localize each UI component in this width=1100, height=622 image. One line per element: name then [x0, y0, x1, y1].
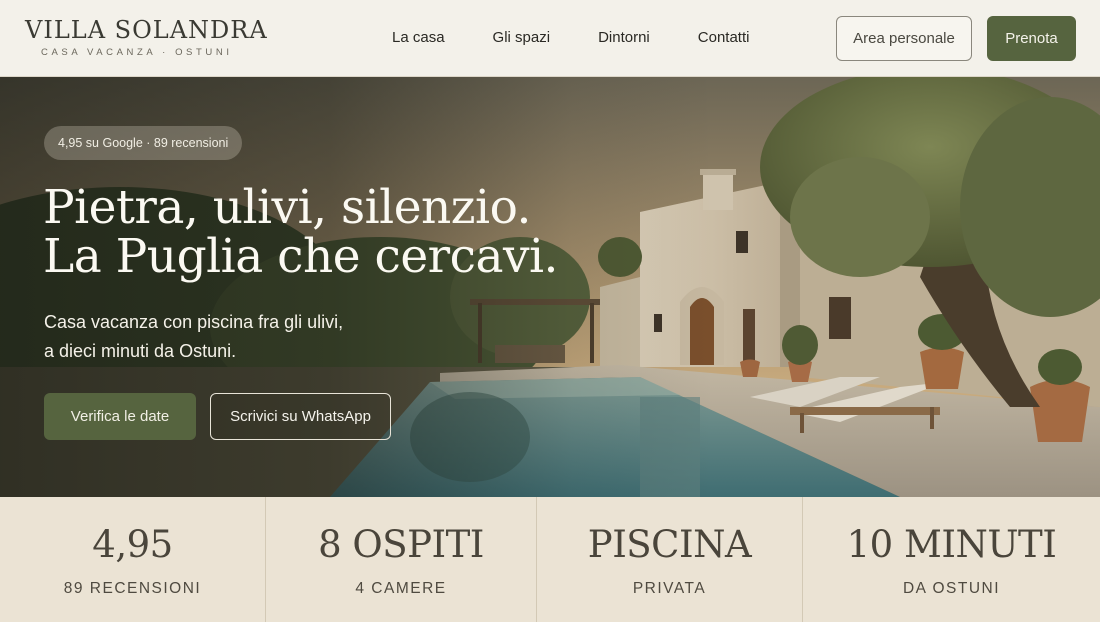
check-dates-button[interactable]: Verifica le date: [44, 393, 196, 440]
book-button[interactable]: Prenota: [987, 16, 1076, 61]
stat-label: 89 RECENSIONI: [63, 580, 202, 597]
stat-pool: PISCINA PRIVATA: [536, 497, 802, 622]
stat-guests: 8 OSPITI 4 CAMERE: [265, 497, 536, 622]
nav-item-contatti[interactable]: Contatti: [698, 29, 750, 46]
stat-label: DA OSTUNI: [902, 580, 1001, 597]
site-header: VILLA SOLANDRA CASA VACANZA · OSTUNI La …: [0, 0, 1100, 77]
stat-value: 10 MINUTI: [846, 523, 1057, 566]
stat-distance: 10 MINUTI DA OSTUNI: [802, 497, 1100, 622]
logo-name: VILLA SOLANDRA: [25, 16, 268, 44]
hero-section: 4,95 su Google · 89 recensioni Pietra, u…: [0, 77, 1100, 497]
hero-headline-line: Pietra, ulivi, silenzio.: [43, 180, 532, 235]
hero-subtitle-line: Casa vacanza con piscina fra gli ulivi,: [44, 312, 344, 332]
stat-value: PISCINA: [587, 523, 752, 566]
nav-item-gli-spazi[interactable]: Gli spazi: [493, 29, 551, 46]
rating-badge: 4,95 su Google · 89 recensioni: [44, 126, 243, 160]
nav-item-la-casa[interactable]: La casa: [392, 29, 445, 46]
personal-area-button[interactable]: Area personale: [836, 16, 972, 61]
stat-value: 4,95: [92, 523, 173, 566]
hero-subtitle-line: a dieci minuti da Ostuni.: [44, 341, 237, 361]
logo-tagline: CASA VACANZA · OSTUNI: [41, 47, 233, 58]
hero-headline: Pietra, ulivi, silenzio. La Puglia che c…: [43, 183, 583, 281]
nav-item-dintorni[interactable]: Dintorni: [598, 29, 650, 46]
stat-rating: 4,95 89 RECENSIONI: [0, 497, 265, 622]
hero-subtitle: Casa vacanza con piscina fra gli ulivi, …: [44, 308, 464, 366]
stat-label: PRIVATA: [632, 580, 707, 597]
logo[interactable]: VILLA SOLANDRA CASA VACANZA · OSTUNI: [25, 16, 268, 58]
main-nav: La casa Gli spazi Dintorni Contatti: [392, 29, 749, 46]
hero-headline-line: La Puglia che cercavi.: [43, 229, 559, 284]
stat-value: 8 OSPITI: [318, 523, 484, 566]
whatsapp-button[interactable]: Scrivici su WhatsApp: [210, 393, 391, 440]
stat-label: 4 CAMERE: [355, 580, 447, 597]
stats-bar: 4,95 89 RECENSIONI 8 OSPITI 4 CAMERE PIS…: [0, 497, 1100, 622]
